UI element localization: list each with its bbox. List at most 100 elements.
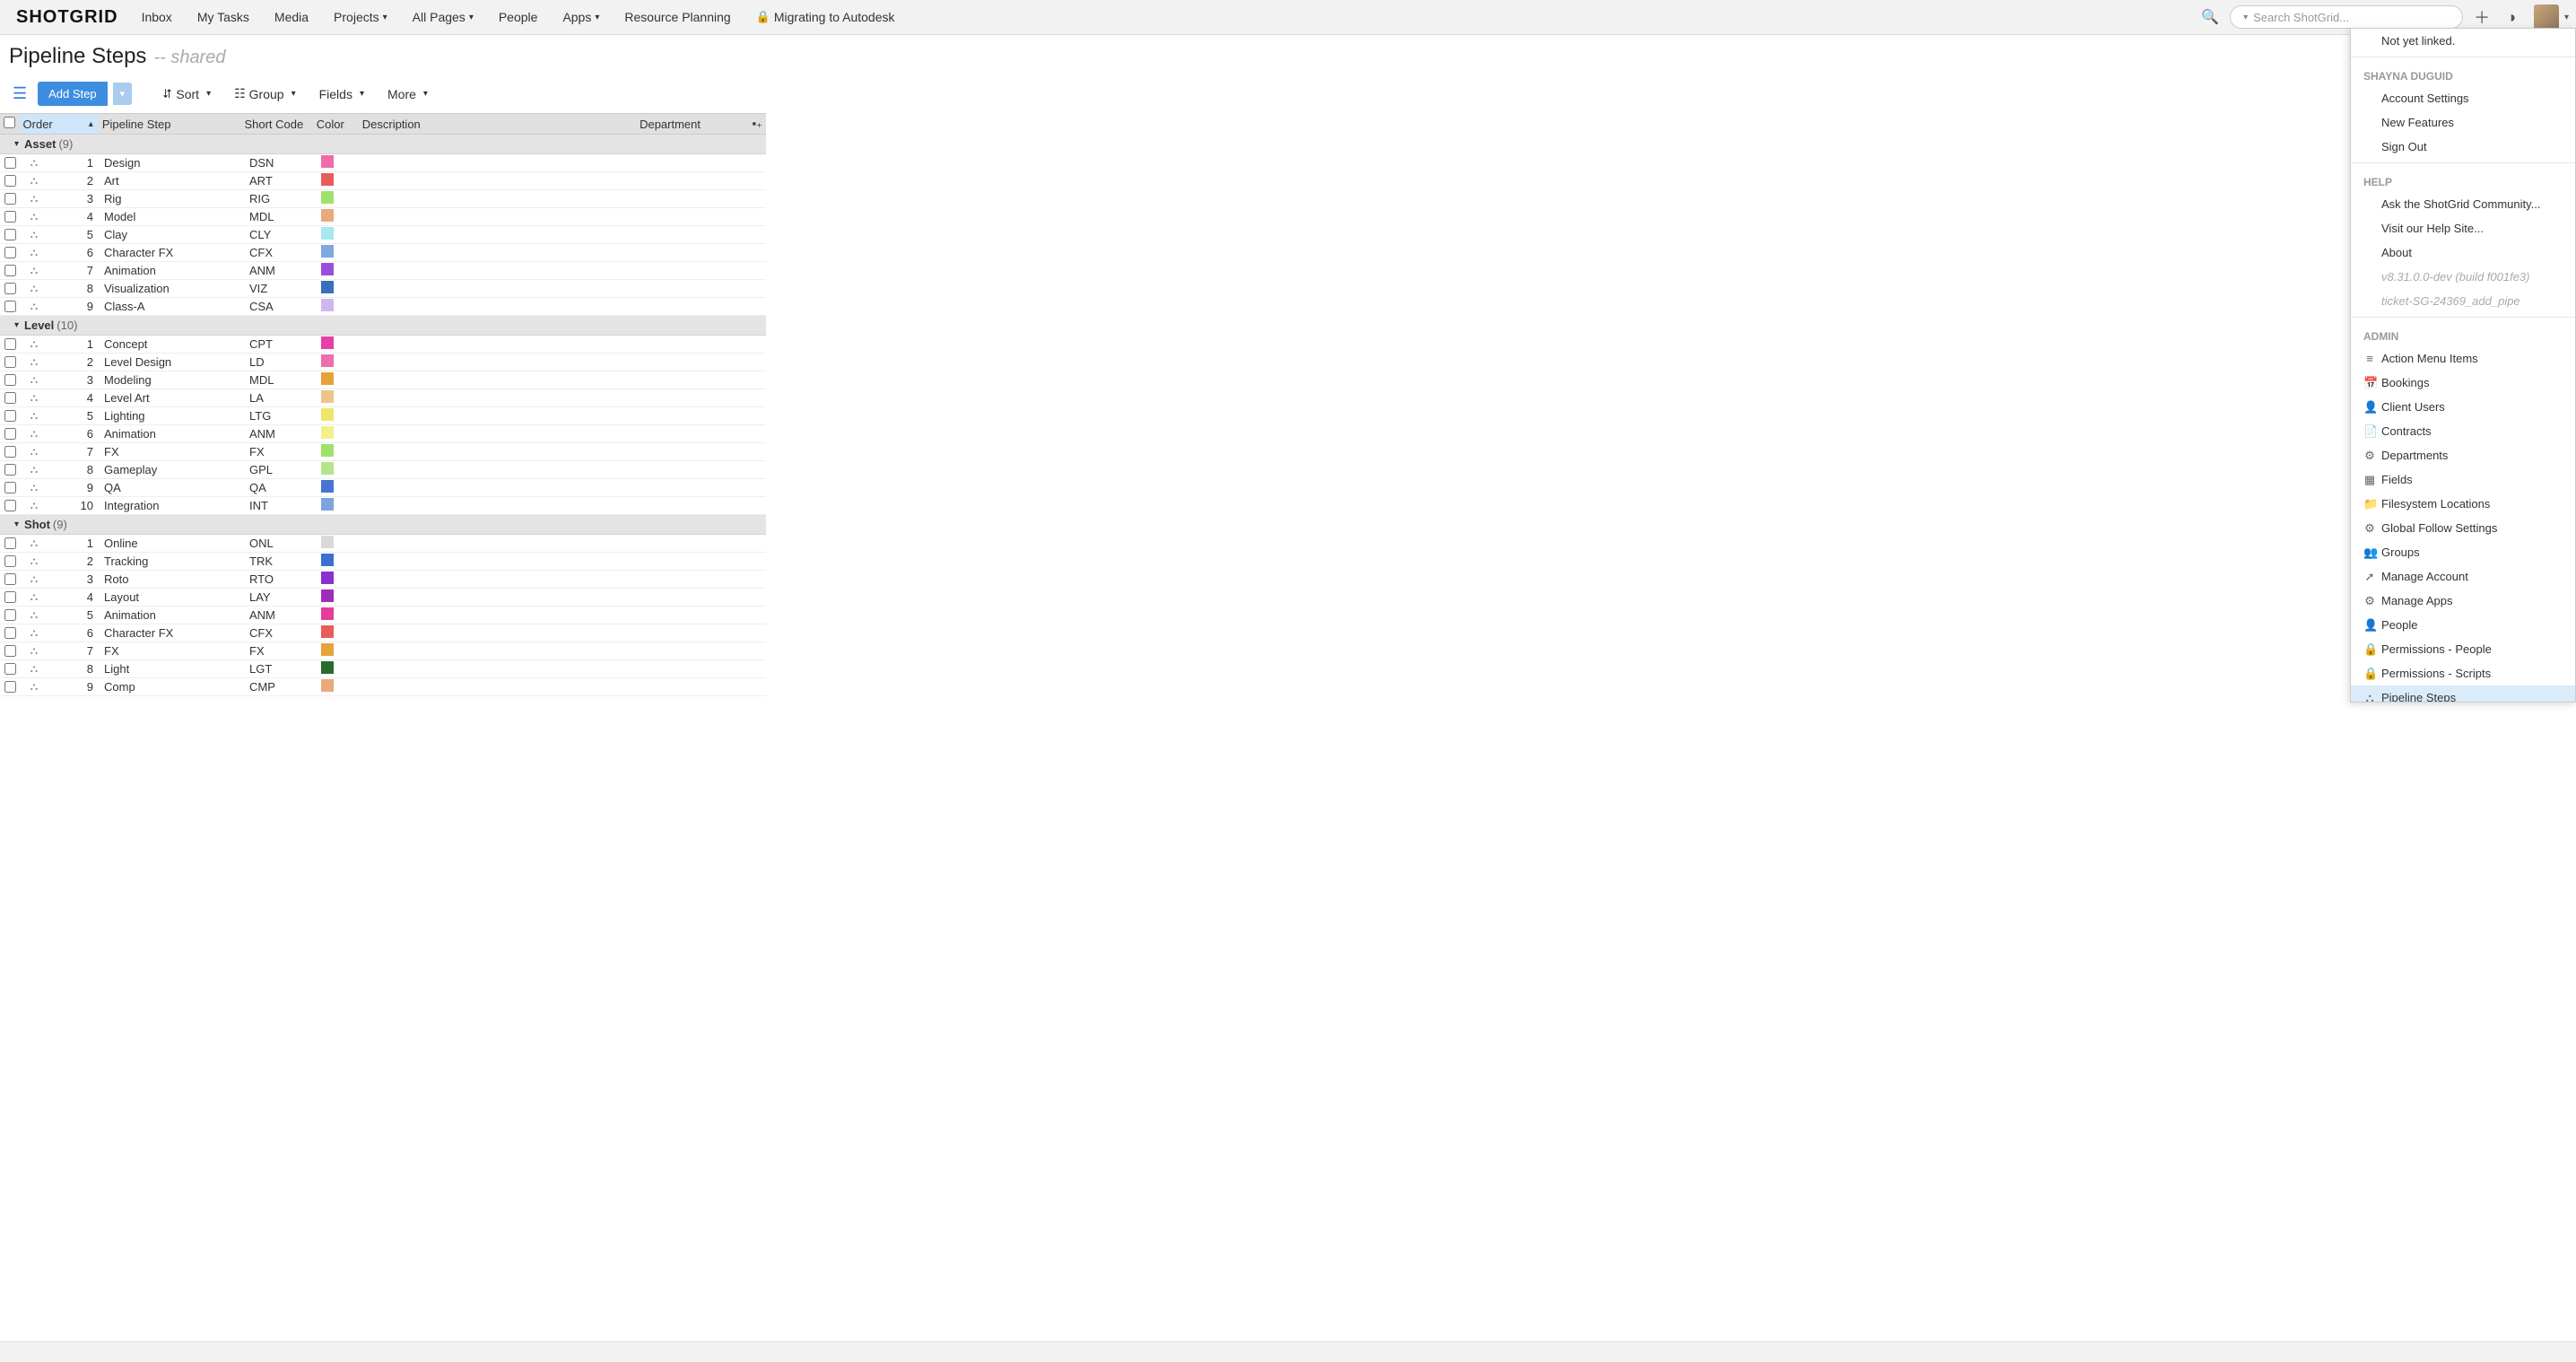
row-checkbox[interactable] <box>4 356 16 368</box>
table-row[interactable]: ⛬7FXFX <box>0 642 766 660</box>
admin-menu-item[interactable]: 👥Groups <box>2351 540 2575 564</box>
list-icon[interactable]: ☰ <box>7 84 32 103</box>
drag-handle-icon[interactable]: ⛬ <box>20 391 48 405</box>
row-checkbox[interactable] <box>4 537 16 549</box>
chevron-down-icon[interactable]: ▾ <box>2564 13 2569 22</box>
drag-handle-icon[interactable]: ⛬ <box>20 174 48 188</box>
drag-handle-icon[interactable]: ⛬ <box>20 608 48 622</box>
table-row[interactable]: ⛬7FXFX <box>0 443 766 461</box>
search-icon[interactable]: 🔍 <box>2194 8 2226 26</box>
table-row[interactable]: ⛬6Character FXCFX <box>0 624 766 642</box>
admin-menu-item[interactable]: ≡Action Menu Items <box>2351 346 2575 371</box>
row-checkbox[interactable] <box>4 265 16 276</box>
table-row[interactable]: ⛬6AnimationANM <box>0 425 766 443</box>
drag-handle-icon[interactable]: ⛬ <box>20 246 48 259</box>
table-row[interactable]: ⛬8GameplayGPL <box>0 461 766 479</box>
menu-item[interactable]: Visit our Help Site... <box>2351 216 2575 240</box>
nav-resource-planning[interactable]: Resource Planning <box>614 0 741 34</box>
table-row[interactable]: ⛬4ModelMDL <box>0 208 766 226</box>
menu-item[interactable]: New Features <box>2351 110 2575 135</box>
col-code[interactable]: Short Code <box>240 118 312 131</box>
admin-menu-item[interactable]: ⛬Pipeline Steps <box>2351 685 2575 703</box>
row-checkbox[interactable] <box>4 193 16 205</box>
admin-menu-item[interactable]: 📄Contracts <box>2351 419 2575 443</box>
group-button[interactable]: ☷Group▾ <box>225 83 305 105</box>
drag-handle-icon[interactable]: ⛬ <box>20 355 48 369</box>
plus-icon[interactable]: ＋ <box>2467 5 2497 29</box>
table-row[interactable]: ⛬6Character FXCFX <box>0 244 766 262</box>
drag-handle-icon[interactable]: ⛬ <box>20 481 48 494</box>
drag-handle-icon[interactable]: ⛬ <box>20 228 48 241</box>
nav-people[interactable]: People <box>488 0 549 34</box>
row-checkbox[interactable] <box>4 482 16 493</box>
row-checkbox[interactable] <box>4 283 16 294</box>
col-desc[interactable]: Description <box>359 118 636 131</box>
more-button[interactable]: More▾ <box>379 83 437 105</box>
drag-handle-icon[interactable]: ⛬ <box>20 300 48 313</box>
table-row[interactable]: ⛬5LightingLTG <box>0 407 766 425</box>
row-checkbox[interactable] <box>4 609 16 621</box>
table-row[interactable]: ⛬9QAQA <box>0 479 766 497</box>
row-checkbox[interactable] <box>4 663 16 675</box>
collapse-icon[interactable]: ▾ <box>14 139 19 149</box>
nav-apps[interactable]: Apps▾ <box>552 0 610 34</box>
table-row[interactable]: ⛬9CompCMP <box>0 678 766 696</box>
drag-handle-icon[interactable]: ⛬ <box>20 282 48 295</box>
drag-handle-icon[interactable]: ⛬ <box>20 554 48 568</box>
admin-menu-item[interactable]: ▦Fields <box>2351 467 2575 492</box>
drag-handle-icon[interactable]: ⛬ <box>20 210 48 223</box>
global-search[interactable]: ▾ <box>2230 5 2463 29</box>
admin-menu-item[interactable]: 🔒Permissions - Scripts <box>2351 661 2575 685</box>
table-row[interactable]: ⛬9Class-ACSA <box>0 298 766 316</box>
add-step-dropdown[interactable]: ▾ <box>113 83 133 105</box>
group-row[interactable]: ▾Level (10) <box>0 316 766 336</box>
row-checkbox[interactable] <box>4 301 16 312</box>
drag-handle-icon[interactable]: ⛬ <box>20 373 48 387</box>
table-row[interactable]: ⛬3ModelingMDL <box>0 371 766 389</box>
row-checkbox[interactable] <box>4 573 16 585</box>
drag-handle-icon[interactable]: ⛬ <box>20 463 48 476</box>
row-checkbox[interactable] <box>4 464 16 476</box>
admin-menu-item[interactable]: 📁Filesystem Locations <box>2351 492 2575 516</box>
table-row[interactable]: ⛬2TrackingTRK <box>0 553 766 571</box>
row-checkbox[interactable] <box>4 229 16 240</box>
group-row[interactable]: ▾Shot (9) <box>0 515 766 535</box>
collapse-icon[interactable]: ▾ <box>14 519 19 529</box>
col-color[interactable]: Color <box>313 118 359 131</box>
drag-handle-icon[interactable]: ⛬ <box>20 499 48 512</box>
group-row[interactable]: ▾Asset (9) <box>0 135 766 154</box>
drag-handle-icon[interactable]: ⛬ <box>20 445 48 458</box>
menu-item[interactable]: Sign Out <box>2351 135 2575 159</box>
row-checkbox[interactable] <box>4 211 16 223</box>
admin-menu-item[interactable]: ➚Manage Account <box>2351 564 2575 589</box>
drag-handle-icon[interactable]: ⛬ <box>20 590 48 604</box>
menu-item[interactable]: About <box>2351 240 2575 265</box>
nav-inbox[interactable]: Inbox <box>131 0 183 34</box>
moon-icon[interactable]: ◗ <box>2501 8 2525 27</box>
table-row[interactable]: ⛬1ConceptCPT <box>0 336 766 354</box>
chevron-down-icon[interactable]: ▾ <box>2243 13 2248 22</box>
table-row[interactable]: ⛬4Level ArtLA <box>0 389 766 407</box>
collapse-icon[interactable]: ▾ <box>14 320 19 330</box>
row-checkbox[interactable] <box>4 500 16 511</box>
drag-handle-icon[interactable]: ⛬ <box>20 337 48 351</box>
drag-handle-icon[interactable]: ⛬ <box>20 644 48 658</box>
row-checkbox[interactable] <box>4 374 16 386</box>
col-step[interactable]: Pipeline Step <box>99 118 241 131</box>
row-checkbox[interactable] <box>4 591 16 603</box>
row-checkbox[interactable] <box>4 175 16 187</box>
row-checkbox[interactable] <box>4 627 16 639</box>
add-column-icon[interactable]: ▪₊ <box>748 117 766 131</box>
row-checkbox[interactable] <box>4 555 16 567</box>
table-row[interactable]: ⛬10IntegrationINT <box>0 497 766 515</box>
row-checkbox[interactable] <box>4 410 16 422</box>
table-row[interactable]: ⛬1OnlineONL <box>0 535 766 553</box>
menu-item[interactable]: Ask the ShotGrid Community... <box>2351 192 2575 216</box>
menu-item[interactable]: Account Settings <box>2351 86 2575 110</box>
row-checkbox[interactable] <box>4 645 16 657</box>
admin-menu-item[interactable]: 🔒Permissions - People <box>2351 637 2575 661</box>
drag-handle-icon[interactable]: ⛬ <box>20 680 48 694</box>
table-row[interactable]: ⛬2Level DesignLD <box>0 354 766 371</box>
avatar[interactable] <box>2534 4 2559 30</box>
admin-menu-item[interactable]: 👤Client Users <box>2351 395 2575 419</box>
